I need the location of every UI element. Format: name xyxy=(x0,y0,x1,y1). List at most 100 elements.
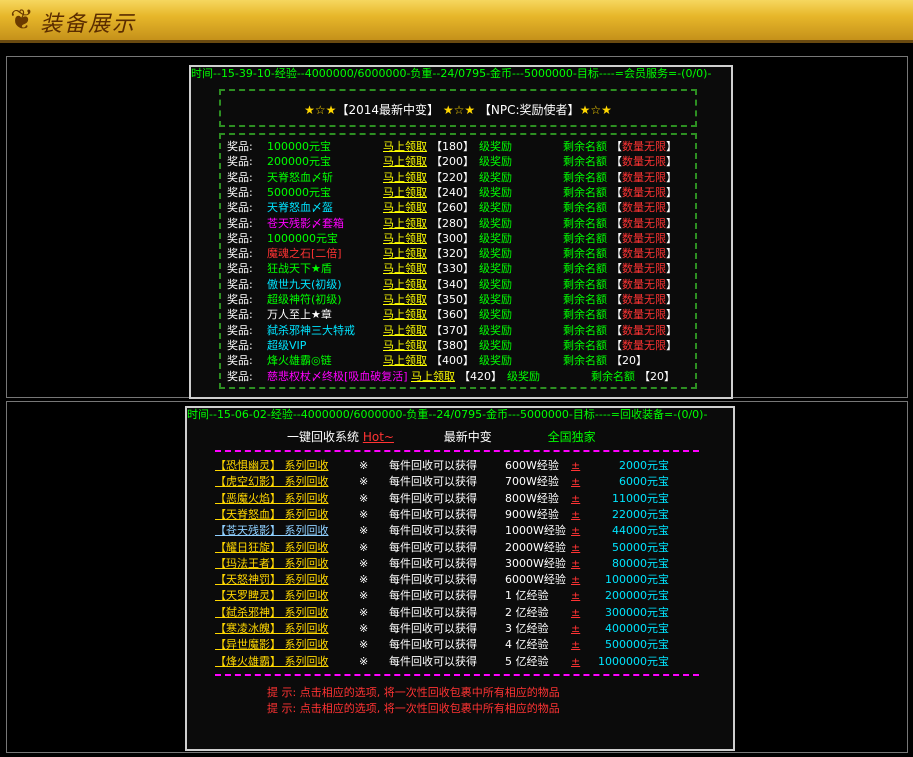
quantity: 【数量无限】 xyxy=(611,293,677,306)
level-requirement: 【280】 xyxy=(431,216,474,230)
claim-link[interactable]: 马上领取 xyxy=(383,292,427,307)
quantity: 【数量无限】 xyxy=(611,140,677,153)
prize-row: 奖品: 苍天残影〆套箱 马上领取 【280】 级奖励 剩余名额 【数量无限】 xyxy=(221,216,695,231)
reference-mark-icon: ※ xyxy=(359,654,369,668)
prize-label: 奖品: xyxy=(227,308,253,322)
claim-link[interactable]: 马上领取 xyxy=(383,154,427,169)
reward-label: 级奖励 xyxy=(479,247,512,261)
remaining-label: 剩余名额 xyxy=(563,140,607,153)
prize-name: 超级神符(初级) xyxy=(267,293,342,306)
recycle-row[interactable]: 【苍天残影】 系列回收 ※ 每件回收可以获得 1000W经验 ±44000元宝 xyxy=(187,523,733,539)
series-label: 系列回收 xyxy=(284,524,329,538)
recycle-series-link[interactable]: 【天怒神罚】 系列回收 xyxy=(215,572,329,588)
gold-reward: 50000元宝 xyxy=(612,540,669,554)
claim-link[interactable]: 马上领取 xyxy=(383,323,427,338)
level-requirement: 【320】 xyxy=(431,247,474,261)
level-requirement: 【260】 xyxy=(431,201,474,215)
recycle-series-link[interactable]: 【天罗睥灵】 系列回收 xyxy=(215,588,329,604)
level-requirement: 【340】 xyxy=(431,277,474,291)
recycle-row[interactable]: 【弑杀邪神】 系列回收 ※ 每件回收可以获得 2 亿经验 ±300000元宝 xyxy=(187,605,733,621)
rewards-panel: 时间--15-39-10-经验--4000000/6000000-负重--24/… xyxy=(6,56,908,399)
reward-label: 级奖励 xyxy=(479,293,512,306)
recycle-row[interactable]: 【天怒神罚】 系列回收 ※ 每件回收可以获得 6000W经验 ±100000元宝 xyxy=(187,572,733,588)
recycle-series-link[interactable]: 【恐惧幽灵】 系列回收 xyxy=(215,458,329,474)
recycle-series-link[interactable]: 【玛法王者】 系列回收 xyxy=(215,556,329,572)
level-requirement: 【220】 xyxy=(431,170,474,184)
prize-list-frame: 奖品: 100000元宝 马上领取 【180】 级奖励 剩余名额 【数量无限】 奖品: 2000… xyxy=(219,133,697,389)
prize-name: 200000元宝 xyxy=(267,155,331,169)
quantity: 【数量无限】 xyxy=(611,247,677,261)
quantity: 【数量无限】 xyxy=(611,170,677,184)
claim-link[interactable]: 马上领取 xyxy=(383,170,427,185)
claim-link[interactable]: 马上领取 xyxy=(383,231,427,246)
recycle-description: 每件回收可以获得 xyxy=(389,638,477,652)
series-name: 【天罗睥灵】 xyxy=(215,589,281,603)
remaining-label: 剩余名额 xyxy=(563,262,607,276)
series-name: 【天怒神罚】 xyxy=(215,573,281,587)
prize-row: 奖品: 1000000元宝 马上领取 【300】 级奖励 剩余名额 【数量无限】 xyxy=(221,231,695,246)
remaining-label: 剩余名额 xyxy=(563,216,607,230)
claim-link[interactable]: 马上领取 xyxy=(383,216,427,231)
claim-link[interactable]: 马上领取 xyxy=(383,338,427,353)
plus-minus-icon: ± xyxy=(571,654,581,668)
claim-link[interactable]: 马上领取 xyxy=(383,277,427,292)
remaining-label: 剩余名额 xyxy=(563,231,607,245)
banner-tag-1: 【2014最新中变】 xyxy=(336,103,439,117)
recycle-row[interactable]: 【异世魔影】 系列回收 ※ 每件回收可以获得 4 亿经验 ±500000元宝 xyxy=(187,637,733,653)
reward-label: 级奖励 xyxy=(479,262,512,276)
claim-link[interactable]: 马上领取 xyxy=(383,307,427,322)
recycle-series-link[interactable]: 【虎空幻影】 系列回收 xyxy=(215,474,329,490)
series-name: 【虎空幻影】 xyxy=(215,475,281,489)
claim-link[interactable]: 马上领取 xyxy=(383,246,427,261)
claim-link[interactable]: 马上领取 xyxy=(383,353,427,368)
plus-minus-icon: ± xyxy=(571,638,581,652)
plus-minus-icon: ± xyxy=(571,540,581,554)
system-label: 一键回收系统 xyxy=(287,430,360,444)
hint-2: 提 示: 点击相应的选项, 将一次性回收包裹中所有相应的物品 xyxy=(267,702,560,715)
recycle-series-link[interactable]: 【烽火雄霸】 系列回收 xyxy=(215,654,329,670)
quantity: 【20】 xyxy=(611,354,647,368)
quantity-value: 数量无限 xyxy=(622,308,666,322)
recycle-row[interactable]: 【玛法王者】 系列回收 ※ 每件回收可以获得 3000W经验 ±80000元宝 xyxy=(187,556,733,572)
recycle-row[interactable]: 【寒凌冰魄】 系列回收 ※ 每件回收可以获得 3 亿经验 ±400000元宝 xyxy=(187,621,733,637)
recycle-row[interactable]: 【耀日狂旋】 系列回收 ※ 每件回收可以获得 2000W经验 ±50000元宝 xyxy=(187,540,733,556)
claim-link[interactable]: 马上领取 xyxy=(411,369,455,384)
prize-row: 奖品: 天脊怒血〆斩 马上领取 【220】 级奖励 剩余名额 【数量无限】 xyxy=(221,170,695,185)
remaining-label: 剩余名额 xyxy=(563,293,607,306)
quantity-value: 数量无限 xyxy=(622,231,666,245)
claim-link[interactable]: 马上领取 xyxy=(383,139,427,154)
banner-tag-2: 【NPC:奖励使者】 xyxy=(478,103,580,117)
recycle-row[interactable]: 【天脊怒血】 系列回收 ※ 每件回收可以获得 900W经验 ±22000元宝 xyxy=(187,507,733,523)
claim-link[interactable]: 马上领取 xyxy=(383,261,427,276)
reference-mark-icon: ※ xyxy=(359,491,369,505)
claim-link[interactable]: 马上领取 xyxy=(383,185,427,200)
recycle-series-link[interactable]: 【苍天残影】 系列回收 xyxy=(215,523,329,539)
prize-name: 魔魂之石[二倍] xyxy=(267,247,342,261)
recycle-series-link[interactable]: 【弑杀邪神】 系列回收 xyxy=(215,605,329,621)
recycle-row[interactable]: 【恶魔火焰】 系列回收 ※ 每件回收可以获得 800W经验 ±11000元宝 xyxy=(187,491,733,507)
claim-link[interactable]: 马上领取 xyxy=(383,200,427,215)
recycle-series-link[interactable]: 【耀日狂旋】 系列回收 xyxy=(215,540,329,556)
series-label: 系列回收 xyxy=(284,475,329,489)
recycle-description: 每件回收可以获得 xyxy=(389,654,477,668)
reference-mark-icon: ※ xyxy=(359,589,369,603)
recycle-row[interactable]: 【烽火雄霸】 系列回收 ※ 每件回收可以获得 5 亿经验 ±1000000元宝 xyxy=(187,654,733,670)
reward-label: 级奖励 xyxy=(479,323,512,337)
recycle-top-row: 一键回收系统 Hot~ 最新中变 全国独家 xyxy=(287,428,596,445)
recycle-row[interactable]: 【虎空幻影】 系列回收 ※ 每件回收可以获得 700W经验 ±6000元宝 xyxy=(187,474,733,490)
recycle-row[interactable]: 【恐惧幽灵】 系列回收 ※ 每件回收可以获得 600W经验 ±2000元宝 xyxy=(187,458,733,474)
exp-reward: 2000W经验 xyxy=(505,540,566,554)
prize-name: 弑杀邪神三大特戒 xyxy=(267,323,355,337)
hot-link[interactable]: Hot~ xyxy=(363,430,394,444)
prize-label: 奖品: xyxy=(227,216,253,230)
status-header: 时间--15-06-02-经验--4000000/6000000-负重--24/… xyxy=(187,408,708,421)
recycle-series-link[interactable]: 【恶魔火焰】 系列回收 xyxy=(215,491,329,507)
prize-name: 500000元宝 xyxy=(267,185,331,199)
quantity: 【数量无限】 xyxy=(611,231,677,245)
recycle-series-link[interactable]: 【天脊怒血】 系列回收 xyxy=(215,507,329,523)
prize-name: 100000元宝 xyxy=(267,140,331,153)
recycle-series-link[interactable]: 【寒凌冰魄】 系列回收 xyxy=(215,621,329,637)
recycle-row[interactable]: 【天罗睥灵】 系列回收 ※ 每件回收可以获得 1 亿经验 ±200000元宝 xyxy=(187,588,733,604)
recycle-series-link[interactable]: 【异世魔影】 系列回收 xyxy=(215,637,329,653)
quantity-value: 20 xyxy=(650,369,664,383)
